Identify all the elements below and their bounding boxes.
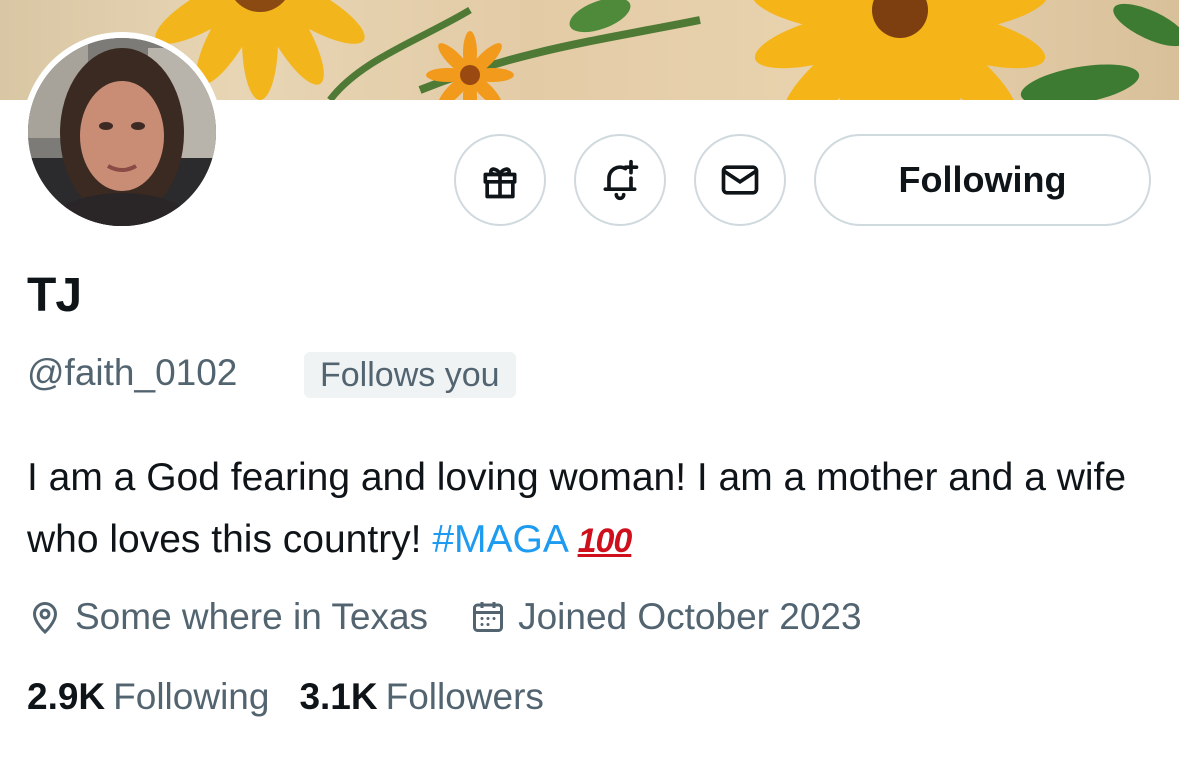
bio-hashtag-link[interactable]: #MAGA bbox=[432, 518, 566, 561]
notify-button[interactable] bbox=[574, 134, 666, 226]
display-name: TJ bbox=[27, 269, 82, 322]
gift-button[interactable] bbox=[454, 134, 546, 226]
following-label: Following bbox=[113, 676, 270, 717]
following-button[interactable]: Following bbox=[814, 134, 1151, 226]
profile-page: Following TJ @faith_0102 Follows you I a… bbox=[0, 0, 1179, 771]
profile-avatar[interactable] bbox=[22, 32, 222, 232]
location-text: Some where in Texas bbox=[75, 596, 429, 637]
following-stat-link[interactable]: 2.9K Following bbox=[27, 676, 269, 718]
follows-you-badge: Follows you bbox=[304, 352, 516, 398]
location-item: Some where in Texas bbox=[27, 596, 428, 638]
gift-icon bbox=[483, 167, 517, 199]
hundred-points-emoji: 100 bbox=[577, 522, 633, 560]
location-pin-icon bbox=[32, 602, 58, 635]
user-handle: @faith_0102 bbox=[27, 352, 238, 393]
followers-count: 3.1K bbox=[299, 676, 378, 717]
profile-meta: Some where in Texas Joined October 2023 bbox=[27, 590, 862, 644]
followers-label: Followers bbox=[385, 676, 544, 717]
joined-text: Joined October 2023 bbox=[518, 596, 862, 637]
bio-text: I am a God fearing and loving woman! I a… bbox=[27, 456, 1127, 561]
calendar-icon bbox=[473, 602, 504, 632]
joined-item: Joined October 2023 bbox=[470, 596, 862, 638]
followers-stat-link[interactable]: 3.1K Followers bbox=[299, 676, 543, 718]
message-button[interactable] bbox=[694, 134, 786, 226]
profile-stats: 2.9K Following 3.1K Followers bbox=[27, 676, 574, 718]
following-count: 2.9K bbox=[27, 676, 106, 717]
profile-bio: I am a God fearing and loving woman! I a… bbox=[27, 447, 1157, 572]
bell-plus-icon bbox=[603, 159, 639, 201]
avatar-photo bbox=[28, 38, 216, 226]
envelope-icon bbox=[721, 165, 759, 195]
